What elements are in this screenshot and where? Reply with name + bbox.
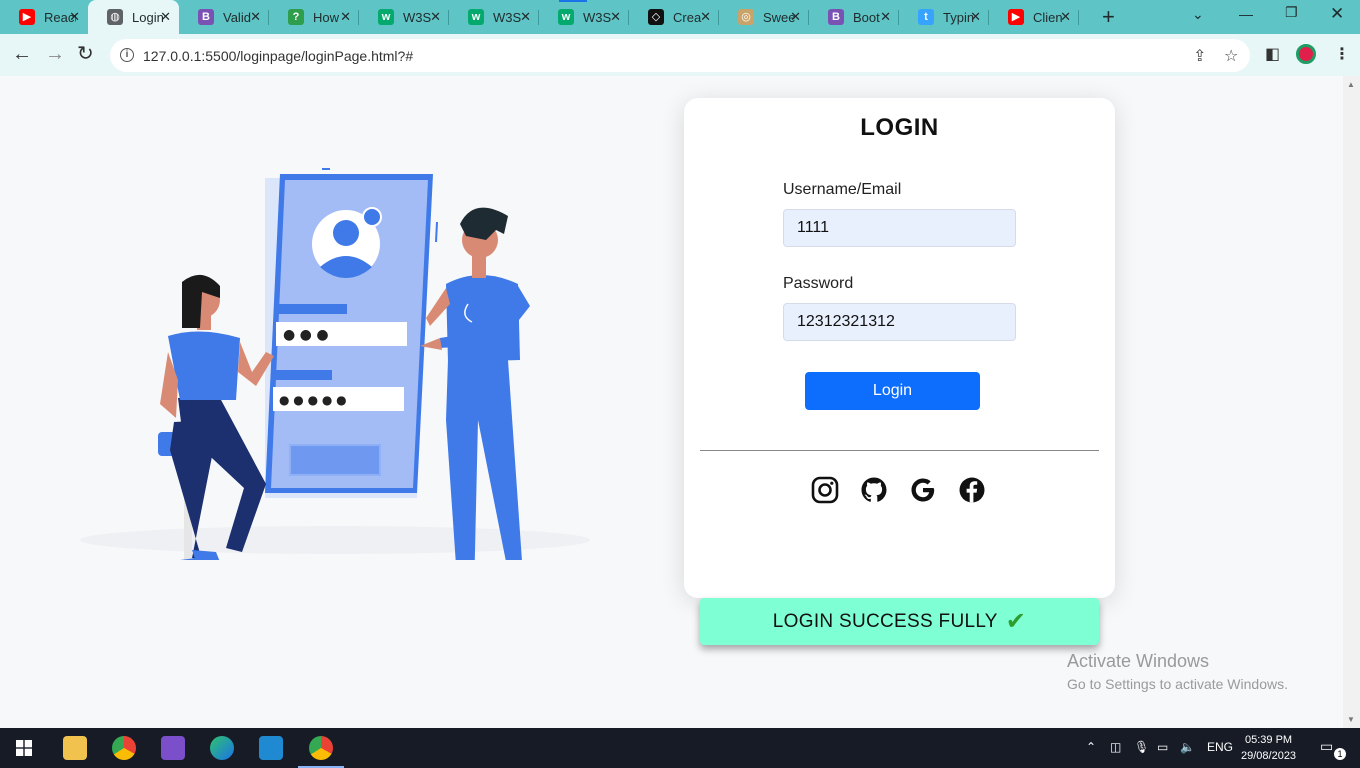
success-toast: LOGIN SUCCESS FULLY ✔ <box>700 598 1099 645</box>
tray-chevron-icon[interactable]: ⌃ <box>1086 740 1096 754</box>
check-icon: ✔ <box>1005 608 1027 635</box>
address-bar[interactable]: i 127.0.0.1:5500/loginpage/loginPage.htm… <box>110 39 1250 72</box>
notifications-icon[interactable]: ▭ <box>1320 738 1333 755</box>
login-illustration: ● ● ● ● ● ● ● ● <box>80 168 590 560</box>
w3schools-icon: w <box>468 9 484 25</box>
browser-tab[interactable]: w W3S ✕ <box>449 0 539 34</box>
login-title: LOGIN <box>860 114 939 141</box>
youtube-icon: ▶ <box>1008 9 1024 25</box>
notification-count: 1 <box>1334 748 1346 760</box>
bootstrap-icon: B <box>198 9 214 25</box>
bookmark-star-icon[interactable]: ☆ <box>1224 46 1238 66</box>
login-card: LOGIN Username/Email Password Login <box>684 98 1115 598</box>
minimize-button[interactable]: — <box>1239 6 1253 22</box>
tumblr-icon: t <box>918 9 934 25</box>
tab-close-icon[interactable]: ✕ <box>160 10 171 24</box>
chrome-icon[interactable] <box>112 736 136 760</box>
globe-icon: ◍ <box>107 9 123 25</box>
chrome-active-icon[interactable] <box>298 736 344 768</box>
w3schools-icon: w <box>558 9 574 25</box>
tab-close-icon[interactable]: ✕ <box>970 10 981 24</box>
visual-studio-icon[interactable] <box>161 736 185 760</box>
site-info-icon[interactable]: i <box>120 48 134 62</box>
tab-close-icon[interactable]: ✕ <box>340 10 351 24</box>
browser-tab[interactable]: B Boot ✕ <box>809 0 899 34</box>
profile-avatar[interactable] <box>1296 44 1316 64</box>
vertical-scrollbar[interactable]: ▲ ▼ <box>1343 76 1360 728</box>
browser-tab[interactable]: ◍ Login ✕ <box>88 0 179 34</box>
browser-tab[interactable]: ◇ Crea ✕ <box>629 0 719 34</box>
browser-tab[interactable]: ? How ✕ <box>269 0 359 34</box>
tab-separator <box>1078 10 1079 25</box>
windows-taskbar: ⌃ ◫ 🎙 ▭ 🔈 ENG 05:39 PM 29/08/2023 ▭ 1 <box>0 728 1360 768</box>
tab-close-icon[interactable]: ✕ <box>700 10 711 24</box>
url-text[interactable]: 127.0.0.1:5500/loginpage/loginPage.html?… <box>143 48 413 64</box>
activation-watermark: Activate Windows Go to Settings to activ… <box>1067 651 1288 692</box>
username-input[interactable] <box>783 209 1016 247</box>
stack-icon: ? <box>288 9 304 25</box>
illustration-dots-1: ● ● ● <box>283 327 329 343</box>
browser-tab[interactable]: ▶ Clien ✕ <box>989 0 1079 34</box>
meet-now-icon[interactable]: ◫ <box>1110 740 1121 754</box>
facebook-icon[interactable] <box>958 476 986 504</box>
password-input[interactable] <box>783 303 1016 341</box>
login-button[interactable]: Login <box>805 372 980 410</box>
browser-tab[interactable]: t Typin ✕ <box>899 0 989 34</box>
divider <box>700 450 1099 451</box>
tab-close-icon[interactable]: ✕ <box>250 10 261 24</box>
browser-tab[interactable]: ▶ React ✕ <box>0 0 88 34</box>
scroll-down-icon[interactable]: ▼ <box>1347 715 1355 724</box>
close-window-button[interactable]: ✕ <box>1330 4 1344 24</box>
network-icon[interactable]: ▭ <box>1157 740 1168 754</box>
new-tab-button[interactable]: + <box>1102 5 1115 29</box>
browser-tab[interactable]: w W3S ✕ <box>359 0 449 34</box>
github-icon[interactable] <box>860 476 888 504</box>
browser-tab[interactable]: w W3S ✕ <box>539 0 629 34</box>
w3schools-icon: w <box>378 9 394 25</box>
browser-tab-strip: ▶ React ✕ ◍ Login ✕ B Valid ✕? How ✕ w W3S ✕ w W3S ✕ w W3S… <box>0 0 1360 34</box>
scroll-up-icon[interactable]: ▲ <box>1347 80 1355 89</box>
browser-tab[interactable]: B Valid ✕ <box>179 0 269 34</box>
toast-message: LOGIN SUCCESS FULLY <box>772 610 998 632</box>
language-indicator[interactable]: ENG <box>1207 740 1233 754</box>
tab-close-icon[interactable]: ✕ <box>790 10 801 24</box>
restore-button[interactable]: ❐ <box>1285 4 1298 21</box>
microphone-icon[interactable]: 🎙 <box>1134 740 1149 754</box>
codepen-icon: ◇ <box>648 9 664 25</box>
reload-icon[interactable]: ↻ <box>77 43 94 65</box>
clock-time: 05:39 PM <box>1244 734 1293 746</box>
taskbar-clock[interactable]: 05:39 PM 29/08/2023 <box>1241 732 1296 764</box>
tab-close-icon[interactable]: ✕ <box>520 10 531 24</box>
bootstrap-icon: B <box>828 9 844 25</box>
tab-close-icon[interactable]: ✕ <box>1060 10 1071 24</box>
address-toolbar: ← → ↻ i 127.0.0.1:5500/loginpage/loginPa… <box>0 34 1360 76</box>
illustration-dots-2: ● ● ● ● ● <box>279 393 347 407</box>
side-panel-icon[interactable]: ◧ <box>1265 44 1280 64</box>
instagram-icon[interactable] <box>811 476 839 504</box>
volume-icon[interactable]: 🔈 <box>1180 740 1195 754</box>
username-label: Username/Email <box>783 181 902 198</box>
tab-search-icon[interactable]: ⌄ <box>1192 6 1204 23</box>
windows-start-icon[interactable] <box>16 740 32 756</box>
share-icon[interactable]: ⇪ <box>1193 46 1206 66</box>
menu-dots-icon[interactable]: ⋮ <box>1334 44 1350 64</box>
file-explorer-icon[interactable] <box>63 736 87 760</box>
watermark-subtitle: Go to Settings to activate Windows. <box>1067 676 1288 692</box>
tab-close-icon[interactable]: ✕ <box>880 10 891 24</box>
google-icon[interactable] <box>909 476 937 504</box>
forward-arrow-icon[interactable]: → <box>45 43 65 65</box>
edge-icon[interactable] <box>210 736 234 760</box>
password-label: Password <box>783 275 854 292</box>
clock-date: 29/08/2023 <box>1241 750 1297 762</box>
tab-close-icon[interactable]: ✕ <box>69 10 80 24</box>
tab-close-icon[interactable]: ✕ <box>430 10 441 24</box>
vscode-icon[interactable] <box>259 736 283 760</box>
youtube-icon: ▶ <box>19 9 35 25</box>
browser-tab[interactable]: ◎ Swee ✕ <box>719 0 809 34</box>
sweetalert-icon: ◎ <box>738 9 754 25</box>
watermark-title: Activate Windows <box>1067 651 1210 671</box>
tab-close-icon[interactable]: ✕ <box>610 10 621 24</box>
back-arrow-icon[interactable]: ← <box>12 43 32 65</box>
